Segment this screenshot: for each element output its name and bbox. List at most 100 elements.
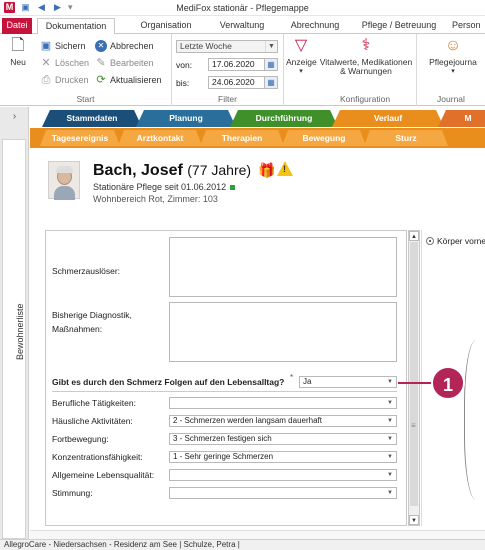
resident-age: (77 Jahre) — [187, 162, 252, 178]
subtab-sturz[interactable]: Sturz — [364, 130, 448, 146]
form-scrollbar[interactable]: ▲ ≡ ▼ — [408, 230, 420, 526]
to-date-value: 24.06.2020 — [212, 77, 255, 87]
group-start: 🗋 Neu ▣ Sichern ✕ Abbrechen ✕ Löschen ✎ Bear… — [0, 34, 172, 106]
berufliche-select[interactable]: ▼ — [169, 397, 397, 409]
print-button[interactable]: ⎙ Drucken — [40, 74, 89, 86]
subtab-arztkontakt[interactable]: Arztkontakt — [118, 130, 202, 146]
row-label: Konzentrationsfähigkeit: — [52, 452, 143, 462]
period-value: Letzte Woche — [180, 41, 232, 51]
pain-form: Schmerzauslöser: Bisherige Diagnostik, M… — [45, 230, 407, 526]
sub-tab-bar: Tagesereignis Arztkontakt Therapien Bewe… — [30, 128, 485, 148]
subtab-therapien[interactable]: Therapien — [200, 130, 284, 146]
status-bar: AllegroCare - Niedersachsen - Residenz a… — [0, 539, 485, 550]
divider — [52, 391, 397, 392]
schmerzausloeser-label: Schmerzauslöser: — [52, 266, 121, 276]
resident-photo — [48, 161, 80, 200]
new-document-icon: 🗋 — [11, 37, 25, 54]
chevron-down-icon: ▾ — [299, 68, 303, 75]
tab-planung[interactable]: Planung — [136, 110, 236, 127]
cancel-button[interactable]: ✕ Abbrechen — [95, 40, 154, 52]
tab-verlauf[interactable]: Verlauf — [332, 110, 444, 127]
to-label: bis: — [176, 78, 190, 88]
resident-name: Bach, Josef (77 Jahre) — [93, 162, 251, 180]
lebensqualitaet-select[interactable]: ▼ — [169, 469, 397, 481]
fortbewegung-select[interactable]: 3 - Schmerzen festigen sich ▼ — [169, 433, 397, 445]
scroll-down-icon[interactable]: ▼ — [409, 515, 419, 525]
to-date-input[interactable]: 24.06.2020 ▦ — [208, 76, 278, 89]
expand-sidebar-icon[interactable]: › — [0, 111, 29, 122]
group-journal: ☺ Pflegejourna ▾ Journal — [417, 34, 485, 106]
tab-more[interactable]: M — [438, 110, 485, 127]
konzentration-select[interactable]: 1 - Sehr geringe Schmerzen ▼ — [169, 451, 397, 463]
chevron-down-icon: ▼ — [387, 400, 393, 406]
tab-pflege-betreuung[interactable]: Pflege / Betreuung — [354, 18, 444, 34]
from-label: von: — [176, 60, 193, 70]
refresh-label: Aktualisieren — [110, 75, 162, 85]
body-front-radio[interactable]: Körper vorne — [426, 236, 485, 246]
chevron-down-icon: ▼ — [387, 454, 393, 460]
calendar-icon[interactable]: ▦ — [264, 59, 277, 70]
body-outline[interactable] — [464, 340, 485, 500]
group-konfiguration-label: Konfiguration — [339, 94, 391, 104]
tab-dokumentation[interactable]: Dokumentation — [37, 18, 115, 35]
print-label: Drucken — [55, 75, 89, 85]
subtab-tagesereignis[interactable]: Tagesereignis — [40, 130, 120, 146]
group-start-label: Start — [76, 94, 95, 104]
tab-datei[interactable]: Datei — [2, 18, 32, 34]
resident-name-text: Bach, Josef — [93, 162, 183, 179]
tab-abrechnung[interactable]: Abrechnung — [283, 18, 347, 34]
tab-person[interactable]: Person — [452, 18, 485, 34]
callout-pointer — [398, 382, 432, 384]
calendar-icon[interactable]: ▦ — [264, 77, 277, 88]
group-filter-label: Filter — [218, 94, 237, 104]
chevron-down-icon: ▼ — [387, 418, 393, 424]
delete-icon: ✕ — [41, 57, 51, 69]
refresh-button[interactable]: ⟳ Aktualisieren — [95, 74, 162, 86]
tab-verwaltung[interactable]: Verwaltung — [210, 18, 274, 34]
title-bar: M ▣ ◀ ▶ ▾ MediFox stationär - Pflegemapp… — [0, 0, 485, 16]
edit-button[interactable]: ✎ Bearbeiten — [95, 57, 154, 69]
tab-organisation[interactable]: Organisation — [130, 18, 202, 34]
from-date-input[interactable]: 17.06.2020 ▦ — [208, 58, 278, 71]
cancel-icon: ✕ — [95, 40, 107, 52]
delete-button[interactable]: ✕ Löschen — [40, 57, 89, 69]
scroll-up-icon[interactable]: ▲ — [409, 231, 419, 241]
scroll-thumb[interactable] — [410, 242, 418, 506]
warning-icon[interactable]: ! — [277, 161, 293, 176]
chevron-down-icon: ▼ — [387, 436, 393, 442]
diagnostik-label-1: Bisherige Diagnostik, — [52, 310, 132, 320]
group-journal-label: Journal — [437, 94, 465, 104]
radio-icon — [426, 237, 434, 245]
subtab-bewegung[interactable]: Bewegung — [282, 130, 366, 146]
question-select[interactable]: Ja ▼ — [299, 376, 397, 388]
chevron-down-icon: ▼ — [387, 490, 393, 496]
ribbon: 🗋 Neu ▣ Sichern ✕ Abbrechen ✕ Löschen ✎ Bear… — [0, 34, 485, 106]
vitalwerte-button[interactable]: ⚕ Vitalwerte, Medikationen & Warnungen — [318, 36, 414, 76]
grip-icon: ≡ — [411, 421, 416, 430]
chevron-down-icon: ▾ — [451, 68, 455, 75]
row-label: Fortbewegung: — [52, 434, 109, 444]
new-button[interactable]: 🗋 Neu — [4, 36, 32, 67]
anzeige-label: Anzeige — [286, 57, 317, 67]
row-label: Stimmung: — [52, 488, 93, 498]
period-select[interactable]: Letzte Woche ▼ — [176, 40, 278, 53]
tab-durchfuehrung[interactable]: Durchführung — [230, 110, 338, 127]
stimmung-select[interactable]: ▼ — [169, 487, 397, 499]
content-footer — [30, 530, 485, 539]
new-label: Neu — [10, 57, 26, 67]
save-icon: ▣ — [40, 40, 52, 52]
save-button[interactable]: ▣ Sichern — [40, 40, 86, 52]
schmerzausloeser-textarea[interactable] — [169, 237, 397, 297]
edit-label: Bearbeiten — [110, 58, 154, 68]
anzeige-button[interactable]: ▽ Anzeige ▾ — [286, 36, 317, 76]
diagnostik-textarea[interactable] — [169, 302, 397, 362]
pflegejournal-button[interactable]: ☺ Pflegejourna ▾ — [421, 36, 485, 76]
haeusliche-select[interactable]: 2 - Schmerzen werden langsam dauerhaft ▼ — [169, 415, 397, 427]
filter-funnel-icon: ▽ — [294, 37, 308, 54]
row-value: 1 - Sehr geringe Schmerzen — [173, 452, 274, 461]
group-konfiguration: ▽ Anzeige ▾ ⚕ Vitalwerte, Medikationen &… — [284, 34, 417, 106]
resident-list-panel[interactable]: Bewohnerliste — [2, 139, 26, 539]
row-label: Allgemeine Lebensqualität: — [52, 470, 155, 480]
chevron-down-icon: ▼ — [387, 472, 393, 478]
tab-stammdaten[interactable]: Stammdaten — [42, 110, 142, 127]
